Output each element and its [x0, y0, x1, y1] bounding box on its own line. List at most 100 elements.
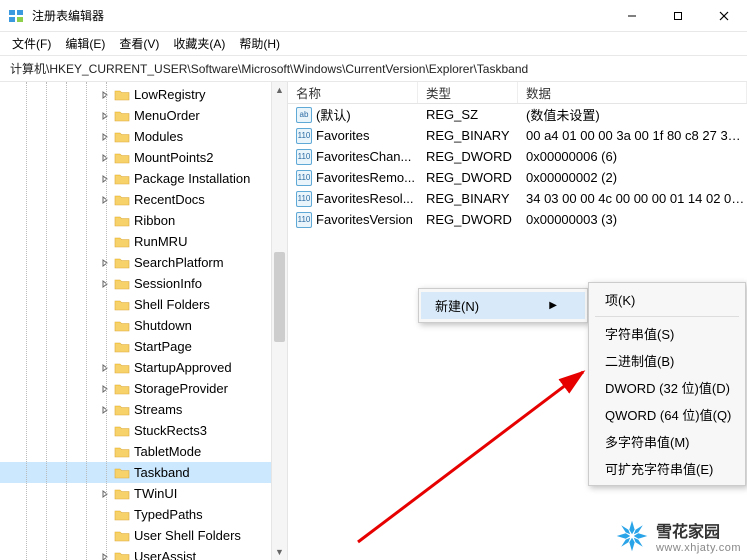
tree-item-label: Taskband: [134, 465, 190, 480]
tree-item[interactable]: Package Installation: [0, 168, 287, 189]
tree-item[interactable]: Taskband: [0, 462, 287, 483]
value-type: REG_DWORD: [418, 149, 518, 164]
address-bar[interactable]: 计算机\HKEY_CURRENT_USER\Software\Microsoft…: [0, 56, 747, 82]
tree-item[interactable]: Ribbon: [0, 210, 287, 231]
menu-favorites[interactable]: 收藏夹(A): [167, 33, 231, 54]
expand-icon[interactable]: [100, 405, 114, 415]
tree-item[interactable]: MountPoints2: [0, 147, 287, 168]
value-type: REG_DWORD: [418, 212, 518, 227]
value-list-panel: 名称 类型 数据 ab(默认)REG_SZ(数值未设置)110Favorites…: [288, 82, 747, 560]
value-type-icon: ab: [296, 107, 312, 123]
tree-item[interactable]: TWinUI: [0, 483, 287, 504]
minimize-button[interactable]: [609, 0, 655, 32]
tree-item[interactable]: TabletMode: [0, 441, 287, 462]
value-name: FavoritesRemo...: [316, 170, 415, 185]
ctx-new-key[interactable]: 项(K): [591, 286, 743, 313]
tree-item-label: Package Installation: [134, 171, 250, 186]
tree-item-label: Ribbon: [134, 213, 175, 228]
list-header: 名称 类型 数据: [288, 82, 747, 104]
tree-item[interactable]: Streams: [0, 399, 287, 420]
scroll-down-icon[interactable]: ▼: [272, 544, 287, 560]
value-name: Favorites: [316, 128, 369, 143]
scroll-up-icon[interactable]: ▲: [272, 82, 287, 98]
ctx-new-string[interactable]: 字符串值(S): [591, 320, 743, 347]
expand-icon[interactable]: [100, 279, 114, 289]
tree-item[interactable]: RunMRU: [0, 231, 287, 252]
ctx-new-expandsz[interactable]: 可扩充字符串值(E): [591, 455, 743, 482]
expand-icon[interactable]: [100, 153, 114, 163]
context-submenu: 项(K) 字符串值(S) 二进制值(B) DWORD (32 位)值(D) QW…: [588, 282, 746, 486]
ctx-new-multisz[interactable]: 多字符串值(M): [591, 428, 743, 455]
registry-editor-window: 注册表编辑器 文件(F) 编辑(E) 查看(V) 收藏夹(A) 帮助(H) 计算…: [0, 0, 747, 560]
tree-item[interactable]: StartPage: [0, 336, 287, 357]
expand-icon[interactable]: [100, 363, 114, 373]
tree-scrollbar-thumb[interactable]: [274, 252, 285, 342]
header-data[interactable]: 数据: [518, 82, 747, 103]
tree-item-label: Streams: [134, 402, 182, 417]
value-row[interactable]: 110FavoritesRemo...REG_DWORD0x00000002 (…: [288, 167, 747, 188]
value-row[interactable]: 110FavoritesVersionREG_DWORD0x00000003 (…: [288, 209, 747, 230]
tree-item[interactable]: StartupApproved: [0, 357, 287, 378]
menu-help[interactable]: 帮助(H): [233, 33, 286, 54]
window-title: 注册表编辑器: [32, 7, 104, 24]
value-type: REG_DWORD: [418, 170, 518, 185]
header-type[interactable]: 类型: [418, 82, 518, 103]
tree-item-label: RecentDocs: [134, 192, 205, 207]
tree-item[interactable]: LowRegistry: [0, 84, 287, 105]
tree-item-label: TabletMode: [134, 444, 201, 459]
tree-item-label: Shell Folders: [134, 297, 210, 312]
tree-item[interactable]: User Shell Folders: [0, 525, 287, 546]
tree-item[interactable]: Shell Folders: [0, 294, 287, 315]
maximize-button[interactable]: [655, 0, 701, 32]
tree-item[interactable]: SearchPlatform: [0, 252, 287, 273]
expand-icon[interactable]: [100, 489, 114, 499]
ctx-new-dword[interactable]: DWORD (32 位)值(D): [591, 374, 743, 401]
menubar: 文件(F) 编辑(E) 查看(V) 收藏夹(A) 帮助(H): [0, 32, 747, 56]
value-row[interactable]: 110FavoritesREG_BINARY00 a4 01 00 00 3a …: [288, 125, 747, 146]
header-name[interactable]: 名称: [288, 82, 418, 103]
expand-icon[interactable]: [100, 132, 114, 142]
tree-item[interactable]: TypedPaths: [0, 504, 287, 525]
tree-item[interactable]: MenuOrder: [0, 105, 287, 126]
value-row[interactable]: ab(默认)REG_SZ(数值未设置): [288, 104, 747, 125]
menu-view[interactable]: 查看(V): [113, 33, 165, 54]
tree-item-label: UserAssist: [134, 549, 196, 560]
annotation-arrow: [328, 362, 598, 552]
tree-item-label: User Shell Folders: [134, 528, 241, 543]
value-data: 0x00000002 (2): [518, 170, 747, 185]
watermark: 雪花家园 www.xhjaty.com: [614, 518, 741, 554]
value-row[interactable]: 110FavoritesChan...REG_DWORD0x00000006 (…: [288, 146, 747, 167]
tree-item[interactable]: RecentDocs: [0, 189, 287, 210]
expand-icon[interactable]: [100, 258, 114, 268]
expand-icon[interactable]: [100, 90, 114, 100]
ctx-new[interactable]: 新建(N) ▶: [421, 292, 585, 319]
expand-icon[interactable]: [100, 552, 114, 560]
tree-item[interactable]: Modules: [0, 126, 287, 147]
tree-scrollbar[interactable]: ▲ ▼: [271, 82, 287, 560]
tree-item-label: MountPoints2: [134, 150, 214, 165]
value-type-icon: 110: [296, 191, 312, 207]
tree-item[interactable]: Shutdown: [0, 315, 287, 336]
tree-item[interactable]: SessionInfo: [0, 273, 287, 294]
ctx-new-binary[interactable]: 二进制值(B): [591, 347, 743, 374]
expand-icon[interactable]: [100, 174, 114, 184]
value-row[interactable]: 110FavoritesResol...REG_BINARY34 03 00 0…: [288, 188, 747, 209]
value-type: REG_BINARY: [418, 128, 518, 143]
expand-icon[interactable]: [100, 384, 114, 394]
tree-item-label: StartPage: [134, 339, 192, 354]
context-menu: 新建(N) ▶: [418, 288, 588, 323]
menu-edit[interactable]: 编辑(E): [59, 33, 111, 54]
value-type: REG_BINARY: [418, 191, 518, 206]
expand-icon[interactable]: [100, 111, 114, 121]
tree-item-label: SearchPlatform: [134, 255, 224, 270]
value-data: 0x00000006 (6): [518, 149, 747, 164]
expand-icon[interactable]: [100, 195, 114, 205]
menu-file[interactable]: 文件(F): [6, 33, 57, 54]
tree-item[interactable]: StuckRects3: [0, 420, 287, 441]
ctx-new-qword[interactable]: QWORD (64 位)值(Q): [591, 401, 743, 428]
close-button[interactable]: [701, 0, 747, 32]
tree-item[interactable]: UserAssist: [0, 546, 287, 560]
tree-item[interactable]: StorageProvider: [0, 378, 287, 399]
value-data: 0x00000003 (3): [518, 212, 747, 227]
value-name: (默认): [316, 105, 351, 124]
